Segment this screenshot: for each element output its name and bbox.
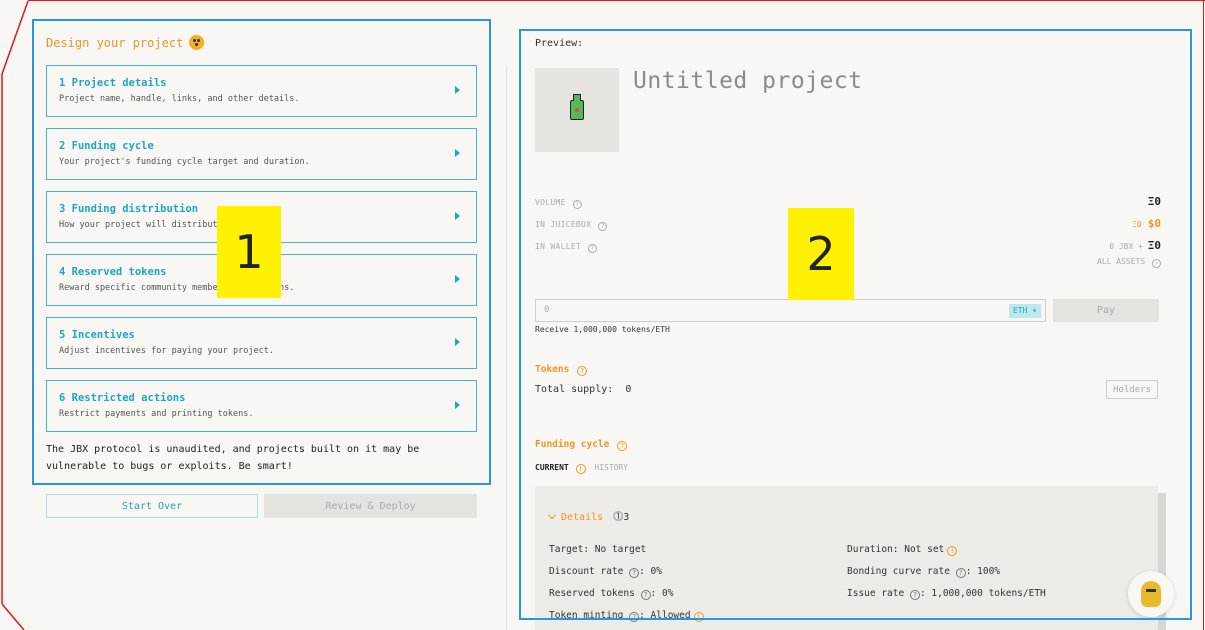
annotation-marker-2: 2 [788,208,854,300]
annotation-marker-1: 1 [217,206,281,298]
annotation-box-2 [519,29,1192,620]
annotation-frame-top [28,0,1205,1]
panel-divider [506,66,507,630]
start-over-button[interactable]: Start Over [46,494,258,518]
annotation-frame-left [1,0,29,630]
review-deploy-button[interactable]: Review & Deploy [264,494,477,518]
annotation-frame-right [1203,0,1204,630]
